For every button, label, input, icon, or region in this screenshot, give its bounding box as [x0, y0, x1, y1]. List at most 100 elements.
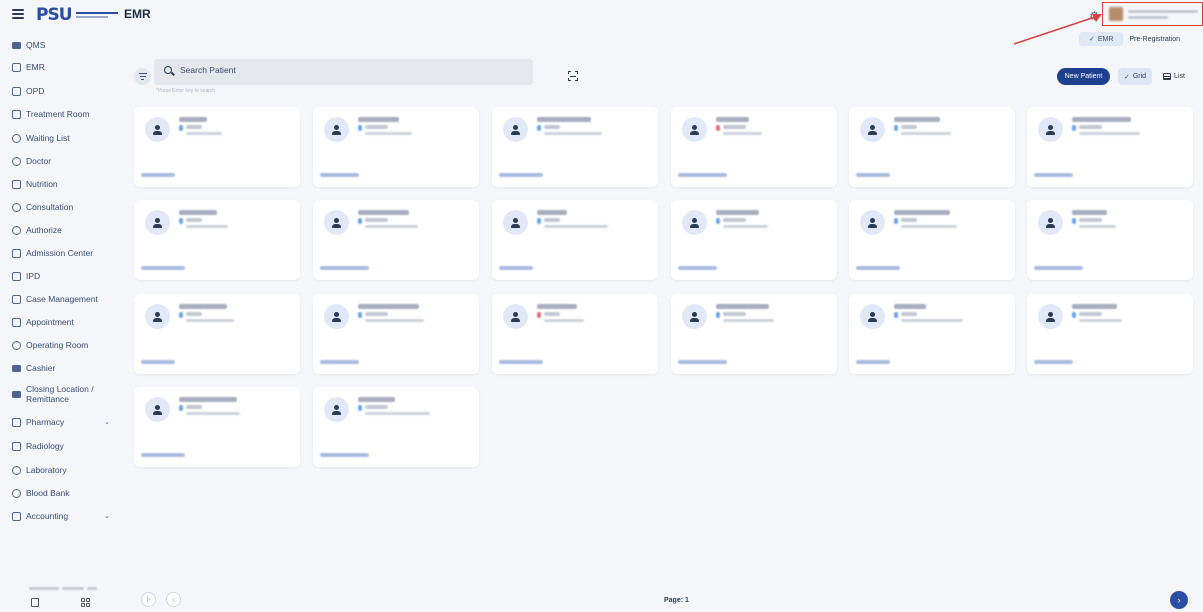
sidebar-item-opd[interactable]: OPD	[0, 85, 122, 97]
patient-card[interactable]	[492, 294, 658, 374]
sidebar-item-qms[interactable]: QMS	[0, 39, 122, 51]
gender-tag	[358, 125, 362, 131]
grid-view-button[interactable]: ✓ Grid	[1118, 68, 1152, 85]
sidebar-item-consultation[interactable]: Consultation	[0, 201, 122, 213]
patient-card[interactable]	[849, 200, 1015, 280]
sidebar-item-nutrition[interactable]: Nutrition	[0, 178, 122, 190]
patient-name-blurred	[716, 117, 749, 122]
patient-id-blurred	[544, 312, 560, 316]
patient-card[interactable]	[313, 107, 479, 187]
patient-card[interactable]	[849, 107, 1015, 187]
patient-id-blurred	[186, 312, 202, 316]
sidebar-item-doctor[interactable]: Doctor	[0, 155, 122, 167]
sidebar-item-emr[interactable]: EMR	[0, 61, 122, 73]
search-icon	[164, 66, 172, 74]
sidebar-item-label: Closing Location / Remittance	[26, 384, 94, 404]
sidebar-item-authorize[interactable]: Authorize	[0, 224, 122, 236]
patient-name-blurred	[358, 304, 419, 309]
patient-footer-blurred	[499, 173, 543, 177]
patient-footer-blurred	[141, 266, 185, 270]
patient-name-blurred	[358, 117, 399, 122]
sidebar-item-waiting-list[interactable]: Waiting List	[0, 132, 122, 144]
patient-card[interactable]	[313, 200, 479, 280]
gender-tag	[894, 312, 898, 318]
patient-card[interactable]	[671, 294, 837, 374]
patient-name-blurred	[894, 304, 926, 309]
patient-id-blurred	[723, 125, 746, 129]
sidebar-item-label: Doctor	[26, 156, 52, 166]
patient-avatar-icon	[860, 117, 885, 142]
patient-card[interactable]	[492, 107, 658, 187]
patient-card[interactable]	[134, 387, 300, 467]
patient-card[interactable]	[849, 294, 1015, 374]
patient-avatar-icon	[324, 210, 349, 235]
gender-tag	[179, 312, 183, 318]
patient-footer-blurred	[499, 360, 543, 364]
search-input[interactable]	[180, 65, 520, 75]
stethoscope-icon	[11, 156, 21, 166]
patient-card[interactable]	[134, 294, 300, 374]
sidebar-item-label: Case Management	[26, 294, 98, 304]
mode-emr-button[interactable]: ✓ EMR	[1079, 32, 1124, 46]
sidebar-item-blood-bank[interactable]: Blood Bank	[0, 487, 122, 499]
first-page-button[interactable]: |‹	[141, 592, 156, 607]
patient-info-blurred	[365, 225, 418, 228]
patient-info-blurred	[723, 225, 768, 228]
patient-card[interactable]	[671, 200, 837, 280]
sidebar-item-laboratory[interactable]: Laboratory	[0, 464, 122, 476]
patient-name-blurred	[1072, 117, 1131, 122]
patient-info-blurred	[723, 132, 762, 135]
sidebar-item-label: Operating Room	[26, 340, 89, 350]
patient-id-blurred	[901, 125, 917, 129]
list-view-button[interactable]: List	[1159, 68, 1189, 85]
sidebar-item-pharmacy[interactable]: Pharmacy ⌄	[0, 416, 122, 428]
sidebar-item-ipd[interactable]: IPD	[0, 270, 122, 282]
patient-card[interactable]	[1027, 294, 1193, 374]
patient-footer-blurred	[320, 173, 359, 177]
hamburger-icon[interactable]	[12, 9, 24, 19]
gender-tag	[358, 218, 362, 224]
sidebar-item-label: QMS	[26, 40, 46, 50]
patient-info-blurred	[186, 132, 222, 135]
page-title: EMR	[124, 7, 151, 21]
next-page-button[interactable]: ›	[1170, 591, 1188, 609]
patient-footer-blurred	[320, 453, 369, 457]
patient-avatar-icon	[682, 210, 707, 235]
patient-card[interactable]	[1027, 200, 1193, 280]
patient-card[interactable]	[134, 200, 300, 280]
filter-button[interactable]	[134, 68, 151, 85]
patient-avatar-icon	[145, 117, 170, 142]
apps-grid-icon[interactable]	[81, 598, 90, 607]
patient-card[interactable]	[313, 387, 479, 467]
sidebar-item-accounting[interactable]: Accounting ⌄	[0, 510, 122, 522]
patient-card[interactable]	[313, 294, 479, 374]
patient-card[interactable]	[1027, 107, 1193, 187]
previous-page-button[interactable]: ‹	[166, 592, 181, 607]
patient-card[interactable]	[134, 107, 300, 187]
patient-card[interactable]	[492, 200, 658, 280]
patient-card[interactable]	[671, 107, 837, 187]
sidebar-item-treatment-room[interactable]: Treatment Room	[0, 108, 122, 120]
document-icon[interactable]	[31, 598, 39, 607]
sidebar-item-cashier[interactable]: Cashier	[0, 362, 122, 374]
gear-icon[interactable]: ⚙	[1089, 9, 1100, 23]
sidebar-item-admission-center[interactable]: Admission Center	[0, 247, 122, 259]
patient-avatar-icon	[1038, 210, 1063, 235]
sidebar-item-radiology[interactable]: Radiology	[0, 440, 122, 452]
opd-icon	[11, 86, 21, 96]
patient-name-blurred	[894, 210, 950, 215]
sidebar-item-appointment[interactable]: Appointment	[0, 316, 122, 328]
sidebar-item-closing-location-remittance[interactable]: Closing Location / Remittance	[0, 384, 122, 404]
mode-preregistration-button[interactable]: Pre-Registration	[1123, 33, 1186, 46]
patient-info-blurred	[1079, 225, 1116, 228]
patient-name-blurred	[1072, 210, 1107, 215]
user-profile-button[interactable]	[1102, 2, 1203, 26]
gender-tag	[358, 405, 362, 411]
new-patient-button[interactable]: New Patient	[1057, 68, 1110, 85]
scan-barcode-icon[interactable]	[568, 71, 578, 81]
patient-info-blurred	[186, 225, 228, 228]
sidebar-item-case-management[interactable]: Case Management	[0, 293, 122, 305]
sidebar-item-operating-room[interactable]: Operating Room	[0, 339, 122, 351]
emr-app: PSU EMR ⚙ ✓ EMR Pre-Registration QMS EMR O…	[0, 0, 1203, 612]
walking-icon	[11, 133, 21, 143]
